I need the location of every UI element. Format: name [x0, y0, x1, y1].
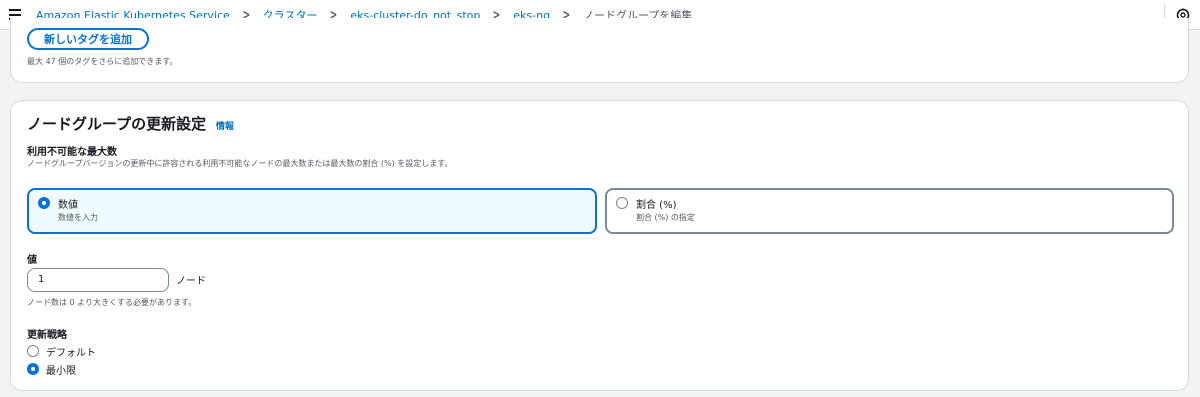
radio-number[interactable] — [38, 197, 50, 209]
option-number-label: 数値 — [58, 200, 78, 211]
strategy-minimal-label: 最小限 — [46, 366, 76, 377]
strategy-label: 更新戦略 — [27, 330, 67, 341]
update-config-panel: ノードグループの更新設定 情報 利用不可能な最大数 ノードグループバージョンの更… — [10, 100, 1189, 391]
add-new-tag-button[interactable]: 新しいタグを追加 — [27, 28, 149, 50]
tags-panel: 新しいタグを追加 最大 47 個のタグをさらに追加できます。 — [10, 18, 1189, 83]
value-input[interactable]: 1 — [27, 268, 169, 292]
radio-strategy-minimal[interactable] — [27, 363, 39, 375]
option-percentage-description: 割合 (%) の指定 — [636, 213, 695, 222]
option-tile-percentage[interactable]: 割合 (%) 割合 (%) の指定 — [605, 188, 1174, 234]
option-number-description: 数値を入力 — [58, 213, 98, 222]
value-label: 値 — [27, 255, 37, 266]
max-unavailable-label: 利用不可能な最大数 — [27, 147, 117, 158]
max-unavailable-description: ノードグループバージョンの更新中に許容される利用不可能なノードの最大数または最大… — [27, 159, 453, 168]
option-tile-number[interactable]: 数値 数値を入力 — [27, 188, 597, 234]
option-percentage-label: 割合 (%) — [636, 200, 677, 211]
value-hint: ノード数は 0 より大きくする必要があります。 — [27, 298, 197, 307]
radio-percentage[interactable] — [616, 197, 628, 209]
radio-strategy-default[interactable] — [27, 345, 39, 357]
section-title: ノードグループの更新設定 — [27, 115, 207, 133]
tags-hint: 最大 47 個のタグをさらに追加できます。 — [27, 57, 178, 66]
strategy-default-label: デフォルト — [46, 348, 96, 359]
value-unit: ノード — [176, 276, 206, 287]
info-link[interactable]: 情報 — [216, 119, 234, 132]
